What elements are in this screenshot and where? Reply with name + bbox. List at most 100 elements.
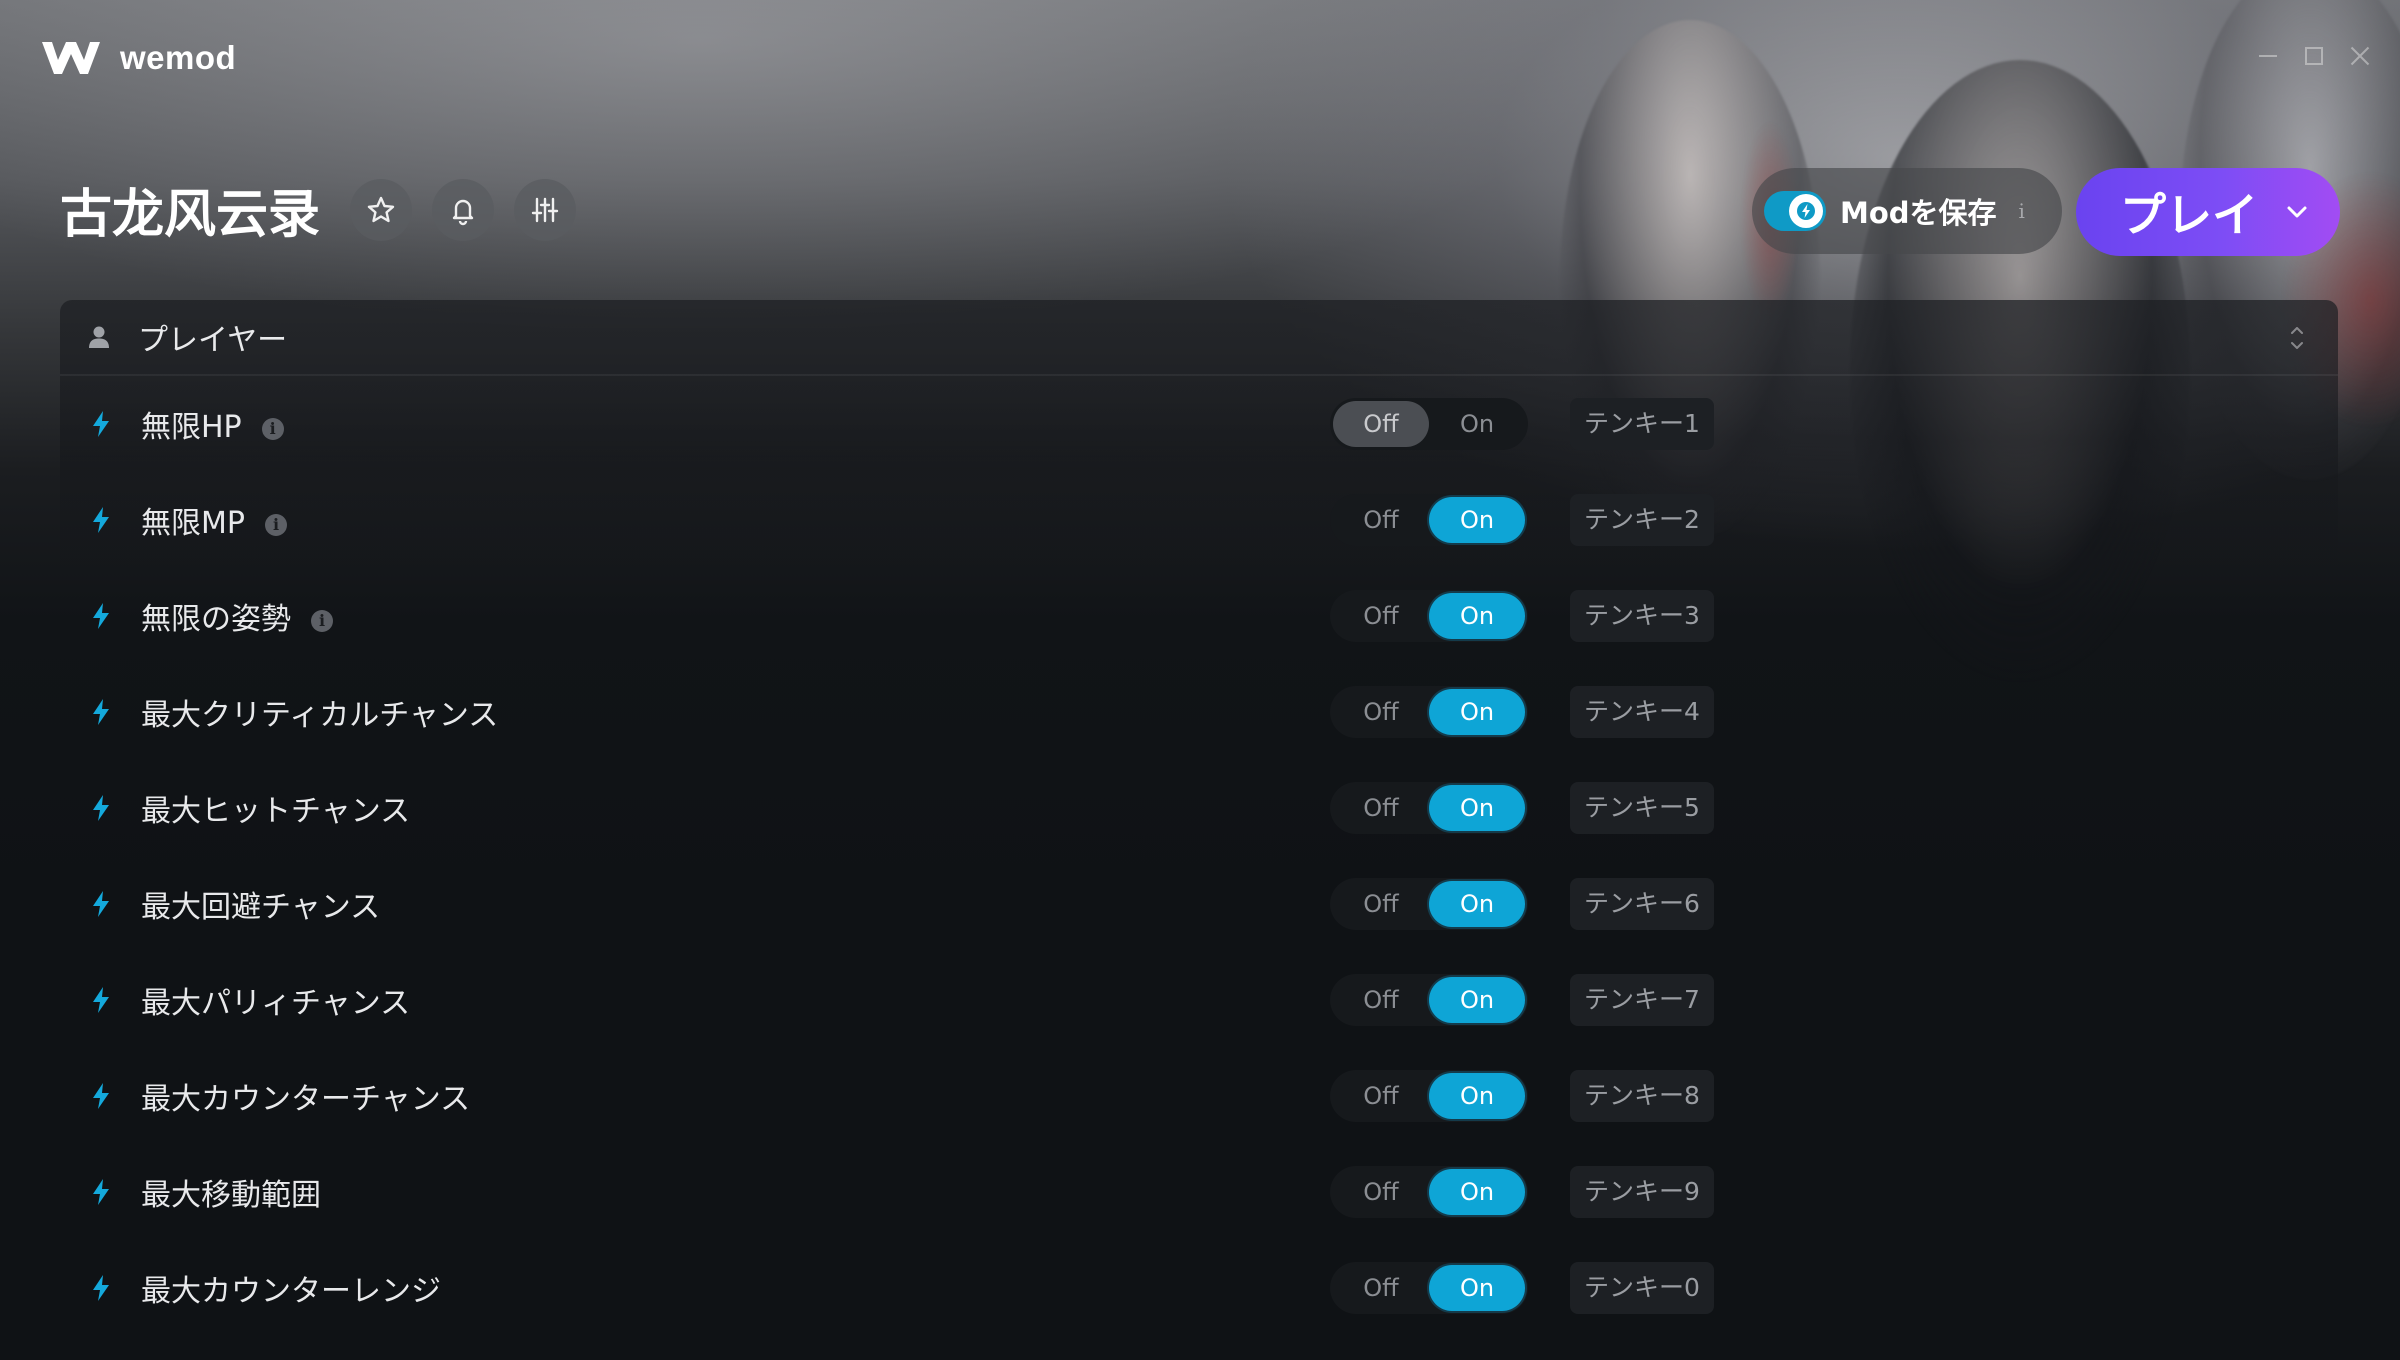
mod-toggle[interactable]: Off On — [1330, 494, 1528, 546]
game-settings-button[interactable] — [514, 178, 577, 241]
info-icon[interactable]: i — [311, 610, 333, 632]
mod-name: 無限HP i — [141, 402, 284, 446]
toggle-on-option[interactable]: On — [1429, 593, 1525, 639]
hotkey-button[interactable]: テンキー4 — [1570, 686, 1714, 738]
save-mods-toggle[interactable]: Modを保存 i — [1752, 168, 2062, 254]
mod-name: 最大回避チャンス — [141, 882, 380, 926]
hotkey-button[interactable]: テンキー5 — [1570, 782, 1714, 834]
person-icon — [89, 326, 109, 348]
mod-name-text: 最大ヒットチャンス — [141, 794, 411, 829]
mods-panel: プレイヤー 無限HP i Off On テンキー1 無限MP i Off On テン… — [60, 300, 2338, 1360]
mod-row: 無限HP i Off On テンキー1 — [60, 376, 2338, 472]
mod-row: 最大ヒットチャンス Off On テンキー5 — [60, 760, 2338, 856]
toggle-off-option[interactable]: Off — [1333, 881, 1429, 927]
mod-toggle[interactable]: Off On — [1330, 974, 1528, 1026]
hotkey-button[interactable]: テンキー6 — [1570, 878, 1714, 930]
favorite-button[interactable] — [350, 178, 413, 241]
hotkey-button[interactable]: テンキー2 — [1570, 494, 1714, 546]
mod-row: 無限の姿勢 i Off On テンキー3 — [60, 568, 2338, 664]
toggle-on-option[interactable]: On — [1429, 1265, 1525, 1311]
bolt-icon — [1797, 202, 1815, 220]
mod-name-text: 最大移動範囲 — [141, 1178, 321, 1213]
toggle-off-option[interactable]: Off — [1333, 593, 1429, 639]
mod-row: 最大クリティカルチャンス Off On テンキー4 — [60, 664, 2338, 760]
bolt-icon — [93, 507, 109, 533]
chevron-down-icon[interactable] — [2286, 205, 2308, 219]
maximize-icon[interactable] — [2304, 46, 2324, 66]
app-logo[interactable]: wemod — [40, 36, 236, 80]
mod-name: 無限MP i — [141, 498, 287, 542]
toggle-off-option[interactable]: Off — [1333, 497, 1429, 543]
mod-name: 最大ヒットチャンス — [141, 786, 410, 830]
mod-toggle[interactable]: Off On — [1330, 1070, 1528, 1122]
mod-name: 最大パリィチャンス — [141, 978, 410, 1022]
star-icon — [367, 196, 395, 222]
mod-name-text: 無限の姿勢 — [141, 602, 291, 637]
notifications-button[interactable] — [432, 178, 495, 241]
mod-name: 最大カウンターレンジ — [141, 1266, 441, 1310]
mod-row: 最大カウンターチャンス Off On テンキー8 — [60, 1048, 2338, 1144]
mod-toggle[interactable]: Off On — [1330, 1166, 1528, 1218]
bolt-icon — [93, 411, 109, 437]
save-mods-switch[interactable] — [1764, 191, 1826, 231]
mod-toggle[interactable]: Off On — [1330, 590, 1528, 642]
hotkey-button[interactable]: テンキー9 — [1570, 1166, 1714, 1218]
bolt-icon — [93, 1275, 109, 1301]
toggle-off-option[interactable]: Off — [1333, 977, 1429, 1023]
bolt-icon — [93, 795, 109, 821]
toggle-off-option[interactable]: Off — [1333, 1265, 1429, 1311]
info-icon[interactable]: i — [261, 418, 284, 440]
info-icon[interactable]: i — [264, 514, 287, 536]
toggle-on-option[interactable]: On — [1429, 785, 1525, 831]
close-icon[interactable] — [2350, 46, 2370, 66]
mod-name-text: 最大カウンターチャンス — [141, 1082, 471, 1117]
bell-icon — [452, 199, 474, 225]
minimize-icon[interactable] — [2258, 46, 2278, 66]
mod-name-text: 最大カウンターレンジ — [141, 1274, 441, 1309]
mod-row: 最大パリィチャンス Off On テンキー7 — [60, 952, 2338, 1048]
mod-toggle[interactable]: Off On — [1330, 782, 1528, 834]
mod-toggle[interactable]: Off On — [1330, 878, 1528, 930]
toggle-off-option[interactable]: Off — [1333, 689, 1429, 735]
toggle-off-option[interactable]: Off — [1333, 401, 1429, 447]
mod-list: 無限HP i Off On テンキー1 無限MP i Off On テンキー2 無限… — [60, 376, 2338, 1336]
mod-toggle[interactable]: Off On — [1330, 686, 1528, 738]
mod-row: 最大回避チャンス Off On テンキー6 — [60, 856, 2338, 952]
toggle-on-option[interactable]: On — [1429, 689, 1525, 735]
toggle-on-option[interactable]: On — [1429, 497, 1525, 543]
hotkey-button[interactable]: テンキー7 — [1570, 974, 1714, 1026]
game-header: 古龙风云录 — [60, 172, 577, 247]
toggle-on-option[interactable]: On — [1429, 1169, 1525, 1215]
bolt-icon — [93, 699, 109, 725]
hotkey-button[interactable]: テンキー1 — [1570, 398, 1714, 450]
title-bar: wemod — [0, 0, 2400, 120]
window-controls — [2258, 46, 2370, 66]
wemod-logo-icon — [42, 42, 100, 74]
mod-name: 最大クリティカルチャンス — [141, 690, 498, 734]
app-name: wemod — [120, 39, 237, 76]
category-title: プレイヤー — [138, 323, 288, 358]
mod-name-text: 最大回避チャンス — [141, 890, 381, 925]
mod-name: 無限の姿勢 i — [141, 594, 333, 638]
save-mods-info-icon[interactable]: i — [2019, 199, 2025, 223]
mod-toggle[interactable]: Off On — [1330, 1262, 1528, 1314]
toggle-on-option[interactable]: On — [1429, 401, 1525, 447]
toggle-on-option[interactable]: On — [1429, 1073, 1525, 1119]
play-button[interactable]: プレイ — [2076, 168, 2340, 256]
mod-row: 無限MP i Off On テンキー2 — [60, 472, 2338, 568]
hotkey-button[interactable]: テンキー0 — [1570, 1262, 1714, 1314]
toggle-off-option[interactable]: Off — [1333, 1169, 1429, 1215]
bolt-icon — [93, 603, 109, 629]
mod-toggle[interactable]: Off On — [1330, 398, 1528, 450]
toggle-on-option[interactable]: On — [1429, 881, 1525, 927]
mod-name-text: 最大パリィチャンス — [141, 986, 411, 1021]
collapse-icon[interactable] — [2286, 326, 2308, 350]
hotkey-button[interactable]: テンキー3 — [1570, 590, 1714, 642]
hotkey-button[interactable]: テンキー8 — [1570, 1070, 1714, 1122]
toggle-off-option[interactable]: Off — [1333, 1073, 1429, 1119]
sliders-icon — [531, 197, 559, 222]
toggle-on-option[interactable]: On — [1429, 977, 1525, 1023]
category-header[interactable]: プレイヤー — [60, 300, 2338, 376]
mod-name: 最大カウンターチャンス — [141, 1074, 470, 1118]
toggle-off-option[interactable]: Off — [1333, 785, 1429, 831]
